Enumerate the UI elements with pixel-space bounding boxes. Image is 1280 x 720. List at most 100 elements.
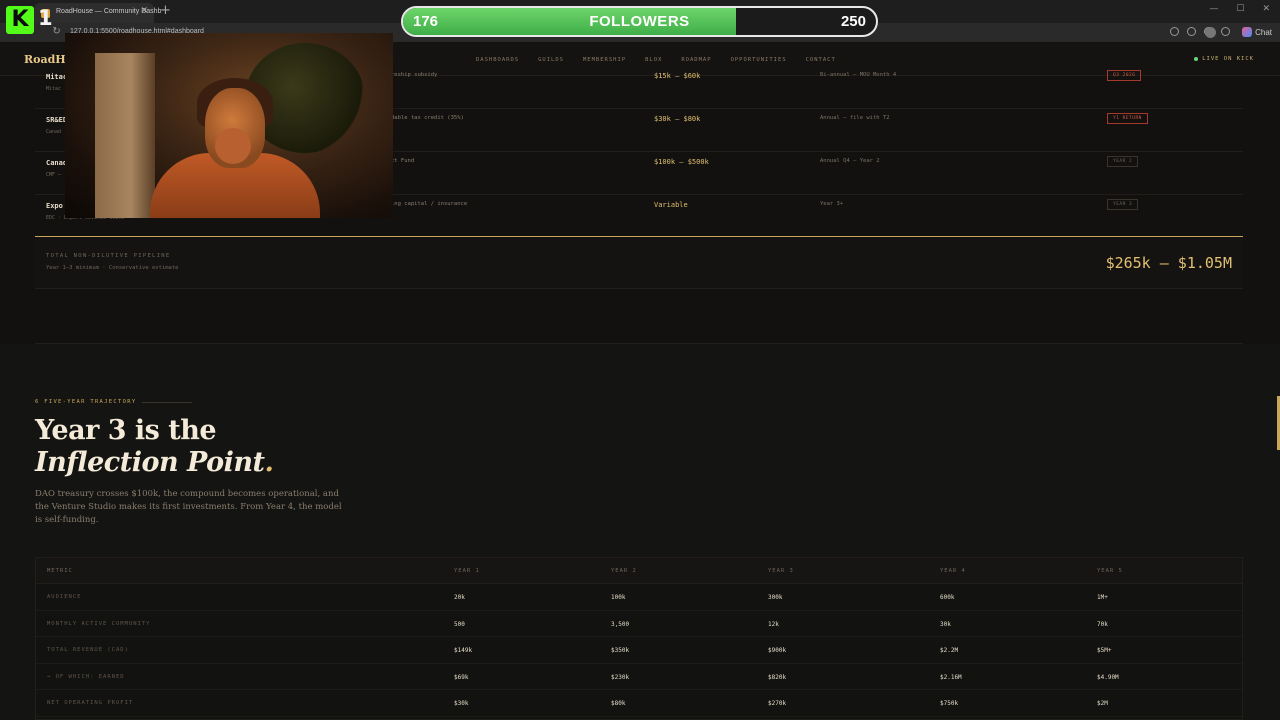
- table-cell: 300k: [768, 594, 783, 601]
- status-badge: Q3 2026: [1107, 70, 1142, 81]
- extension-icons: [1170, 27, 1230, 36]
- funding-timing: Bi-annual — MOU Month 4: [820, 72, 897, 78]
- nav-links: DASHBOARDS GUILDS MEMBERSHIP BLOX ROADMA…: [476, 57, 836, 63]
- followers-goal: 250: [840, 13, 866, 30]
- close-window-icon[interactable]: ✕: [1262, 4, 1270, 14]
- total-amount: $265k – $1.05M: [1105, 254, 1232, 272]
- table-cell: $750k: [940, 700, 959, 707]
- table-cell: 100k: [611, 594, 626, 601]
- nav-link-guilds[interactable]: GUILDS: [538, 57, 564, 63]
- nav-link-blox[interactable]: BLOX: [645, 57, 662, 63]
- table-cell: $820k: [768, 673, 787, 681]
- column-header: YEAR 3: [768, 568, 794, 574]
- table-cell: $149k: [454, 647, 473, 654]
- funding-timing: Annual Q4 — Year 2: [820, 158, 880, 164]
- funding-name: Mitac: [46, 73, 68, 81]
- funding-name: Canad: [46, 159, 68, 167]
- funding-desc: ing capital / insurance: [391, 201, 468, 207]
- table-cell: $80k: [611, 700, 626, 707]
- funding-amount: $30k – $80k: [654, 115, 701, 123]
- extension-icon[interactable]: [1187, 27, 1196, 36]
- table-cell: $270k: [768, 700, 787, 707]
- column-header: YEAR 1: [454, 568, 480, 574]
- chat-button[interactable]: Chat: [1242, 27, 1272, 37]
- funding-sub: Canad: [46, 129, 62, 135]
- funding-desc: ct Fund: [391, 158, 415, 164]
- kick-count: 1: [38, 6, 53, 30]
- webcam-streamer: [215, 128, 251, 164]
- funding-desc: rnship subsidy: [391, 72, 438, 78]
- section-eyebrow: 6 FIVE-YEAR TRAJECTORY: [35, 399, 193, 405]
- nav-link-dashboards[interactable]: DASHBOARDS: [476, 57, 519, 63]
- table-cell: $69k: [454, 673, 469, 681]
- close-tab-icon[interactable]: ✕: [140, 6, 148, 16]
- row-label: NET OPERATING PROFIT: [47, 700, 134, 706]
- chat-button-label: Chat: [1255, 27, 1272, 37]
- title-line-2: Inflection Point: [35, 447, 265, 478]
- funding-total: TOTAL NON-DILUTIVE PIPELINE Year 1–3 min…: [35, 236, 1243, 289]
- status-badge: YEAR 2: [1107, 156, 1139, 167]
- funding-name: Expo: [46, 202, 63, 210]
- row-label: MONTHLY ACTIVE COMMUNITY: [47, 620, 151, 627]
- eyebrow-text: 6 FIVE-YEAR TRAJECTORY: [35, 399, 137, 405]
- nav-link-membership[interactable]: MEMBERSHIP: [583, 57, 626, 63]
- minimize-icon[interactable]: —: [1209, 4, 1218, 14]
- table-cell: 20k: [454, 594, 465, 601]
- column-header: YEAR 5: [1097, 568, 1123, 574]
- table-cell: $30k: [454, 700, 469, 707]
- funding-sub: Mitac: [46, 86, 62, 92]
- table-cell: 1M+: [1097, 594, 1108, 601]
- table-cell: $2M: [1097, 700, 1108, 707]
- funding-timing: Annual — file with T2: [820, 115, 890, 121]
- total-label: TOTAL NON-DILUTIVE PIPELINE: [46, 253, 171, 259]
- extension-icon[interactable]: [1221, 27, 1230, 36]
- copilot-icon: [1242, 27, 1253, 37]
- funding-name: SR&ED: [46, 116, 68, 124]
- status-badge: Y1 RETURN: [1107, 113, 1148, 124]
- live-dot-icon: [1194, 57, 1199, 61]
- table-header: METRIC YEAR 1 YEAR 2 YEAR 3 YEAR 4 YEAR …: [36, 558, 1242, 584]
- eyebrow-rule: [142, 401, 193, 403]
- table-cell: $350k: [611, 647, 630, 654]
- funding-amount: $100k – $500k: [654, 158, 709, 166]
- column-header: METRIC: [47, 568, 73, 574]
- kick-logo-icon: K: [6, 6, 34, 34]
- table-cell: $230k: [611, 673, 630, 681]
- column-header: YEAR 2: [611, 568, 637, 574]
- table-cell: $2.2M: [940, 647, 959, 654]
- follower-goal-bar: 176 FOLLOWERS 250: [401, 6, 878, 37]
- funding-sub: CMF –: [46, 172, 62, 178]
- funding-amount: $15k – $60k: [654, 72, 701, 80]
- funding-desc: dable tax credit (35%): [391, 115, 464, 121]
- profile-avatar[interactable]: [1205, 27, 1216, 38]
- table-row: MONTHLY ACTIVE COMMUNITY 500 3,500 12k 3…: [36, 611, 1242, 637]
- funding-timing: Year 3+: [820, 201, 844, 207]
- new-tab-icon[interactable]: +: [160, 3, 171, 18]
- row-label: AUDIENCE: [47, 594, 82, 600]
- total-sub: Year 1–3 minimum · Conservative estimate: [46, 265, 179, 271]
- section-lede: DAO treasury crosses $100k, the compound…: [35, 489, 342, 525]
- webcam-background: [95, 53, 155, 218]
- trajectory-table: METRIC YEAR 1 YEAR 2 YEAR 3 YEAR 4 YEAR …: [35, 557, 1243, 720]
- table-cell: 12k: [768, 620, 779, 628]
- table-cell: 70k: [1097, 620, 1108, 628]
- nav-link-contact[interactable]: CONTACT: [806, 57, 836, 63]
- live-indicator[interactable]: LIVE ON KICK: [1194, 56, 1254, 62]
- followers-label: FOLLOWERS: [589, 13, 690, 30]
- table-row: AUDIENCE 20k 100k 300k 600k 1M+: [36, 584, 1242, 611]
- nav-link-opportunities[interactable]: OPPORTUNITIES: [731, 57, 787, 63]
- table-row: → OF WHICH: EARNED $69k $230k $820k $2.1…: [36, 664, 1242, 690]
- nav-link-roadmap[interactable]: ROADMAP: [681, 57, 711, 63]
- column-header: YEAR 4: [940, 568, 966, 574]
- status-badge: YEAR 3: [1107, 199, 1139, 210]
- funding-amount: Variable: [654, 201, 688, 209]
- row-label: TOTAL REVENUE (CAD): [47, 647, 129, 653]
- maximize-icon[interactable]: ☐: [1236, 4, 1244, 14]
- extension-icon[interactable]: [1170, 27, 1179, 36]
- table-row: NET OPERATING PROFIT $30k $80k $270k $75…: [36, 690, 1242, 717]
- table-cell: $5M+: [1097, 647, 1112, 654]
- table-cell: 500: [454, 620, 465, 628]
- table-cell: 30k: [940, 620, 951, 628]
- row-label: → OF WHICH: EARNED: [47, 673, 125, 680]
- table-cell: $2.16M: [940, 673, 962, 681]
